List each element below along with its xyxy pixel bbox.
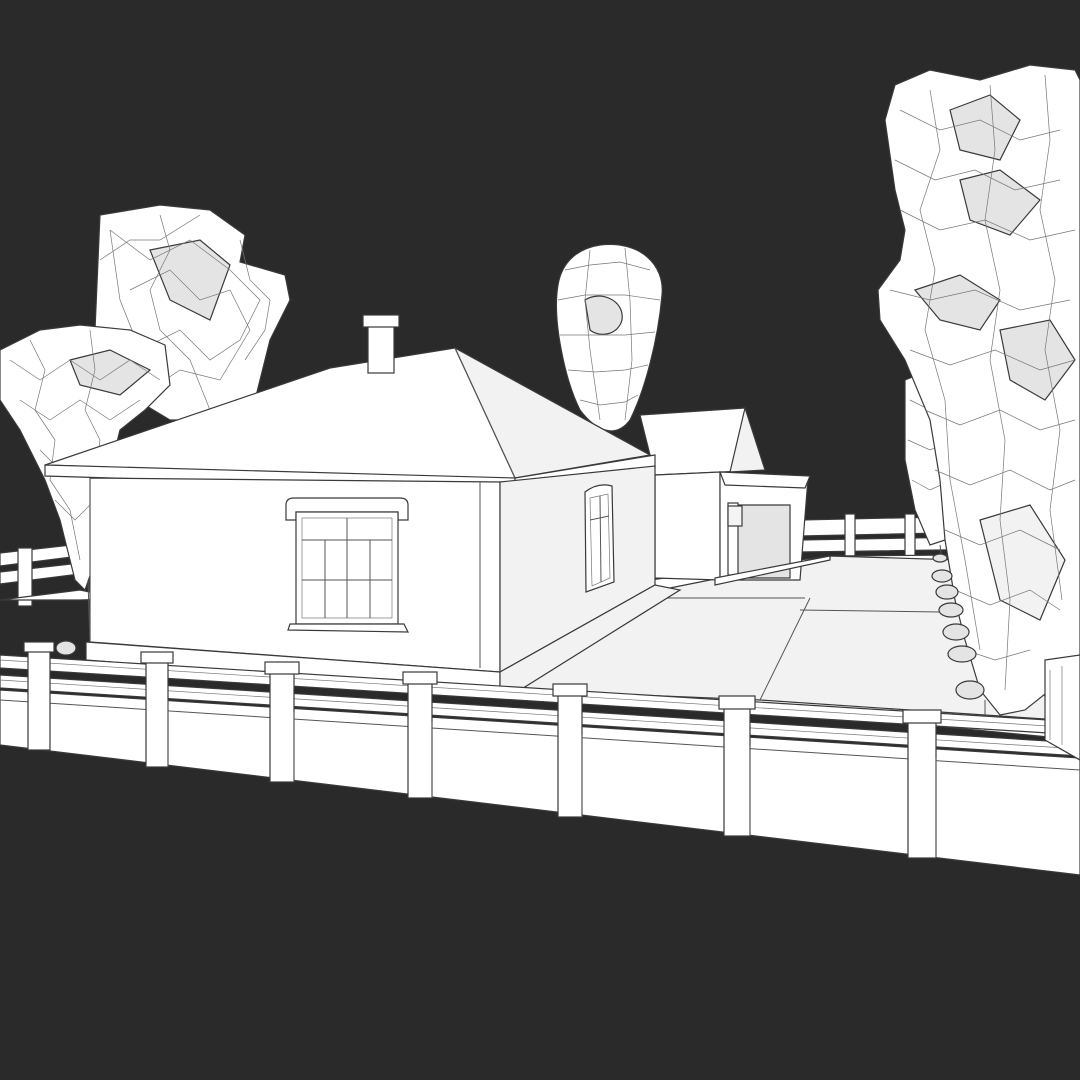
shrub-8 <box>932 553 948 563</box>
wireframe-house-scene <box>0 64 1080 876</box>
shrub-3 <box>938 602 964 618</box>
tree-center-back <box>555 243 663 432</box>
side-window <box>584 484 615 593</box>
fence-post <box>902 709 942 859</box>
fence-post <box>23 641 55 751</box>
shrub-7 <box>55 640 77 656</box>
shrub-4 <box>942 623 970 641</box>
shrub-2 <box>935 584 959 600</box>
shrub-5 <box>947 645 977 663</box>
garage-extension <box>639 405 831 586</box>
shrub-6 <box>955 680 985 700</box>
shrub-1 <box>931 569 953 583</box>
front-window <box>285 497 409 633</box>
chimney <box>362 314 400 374</box>
